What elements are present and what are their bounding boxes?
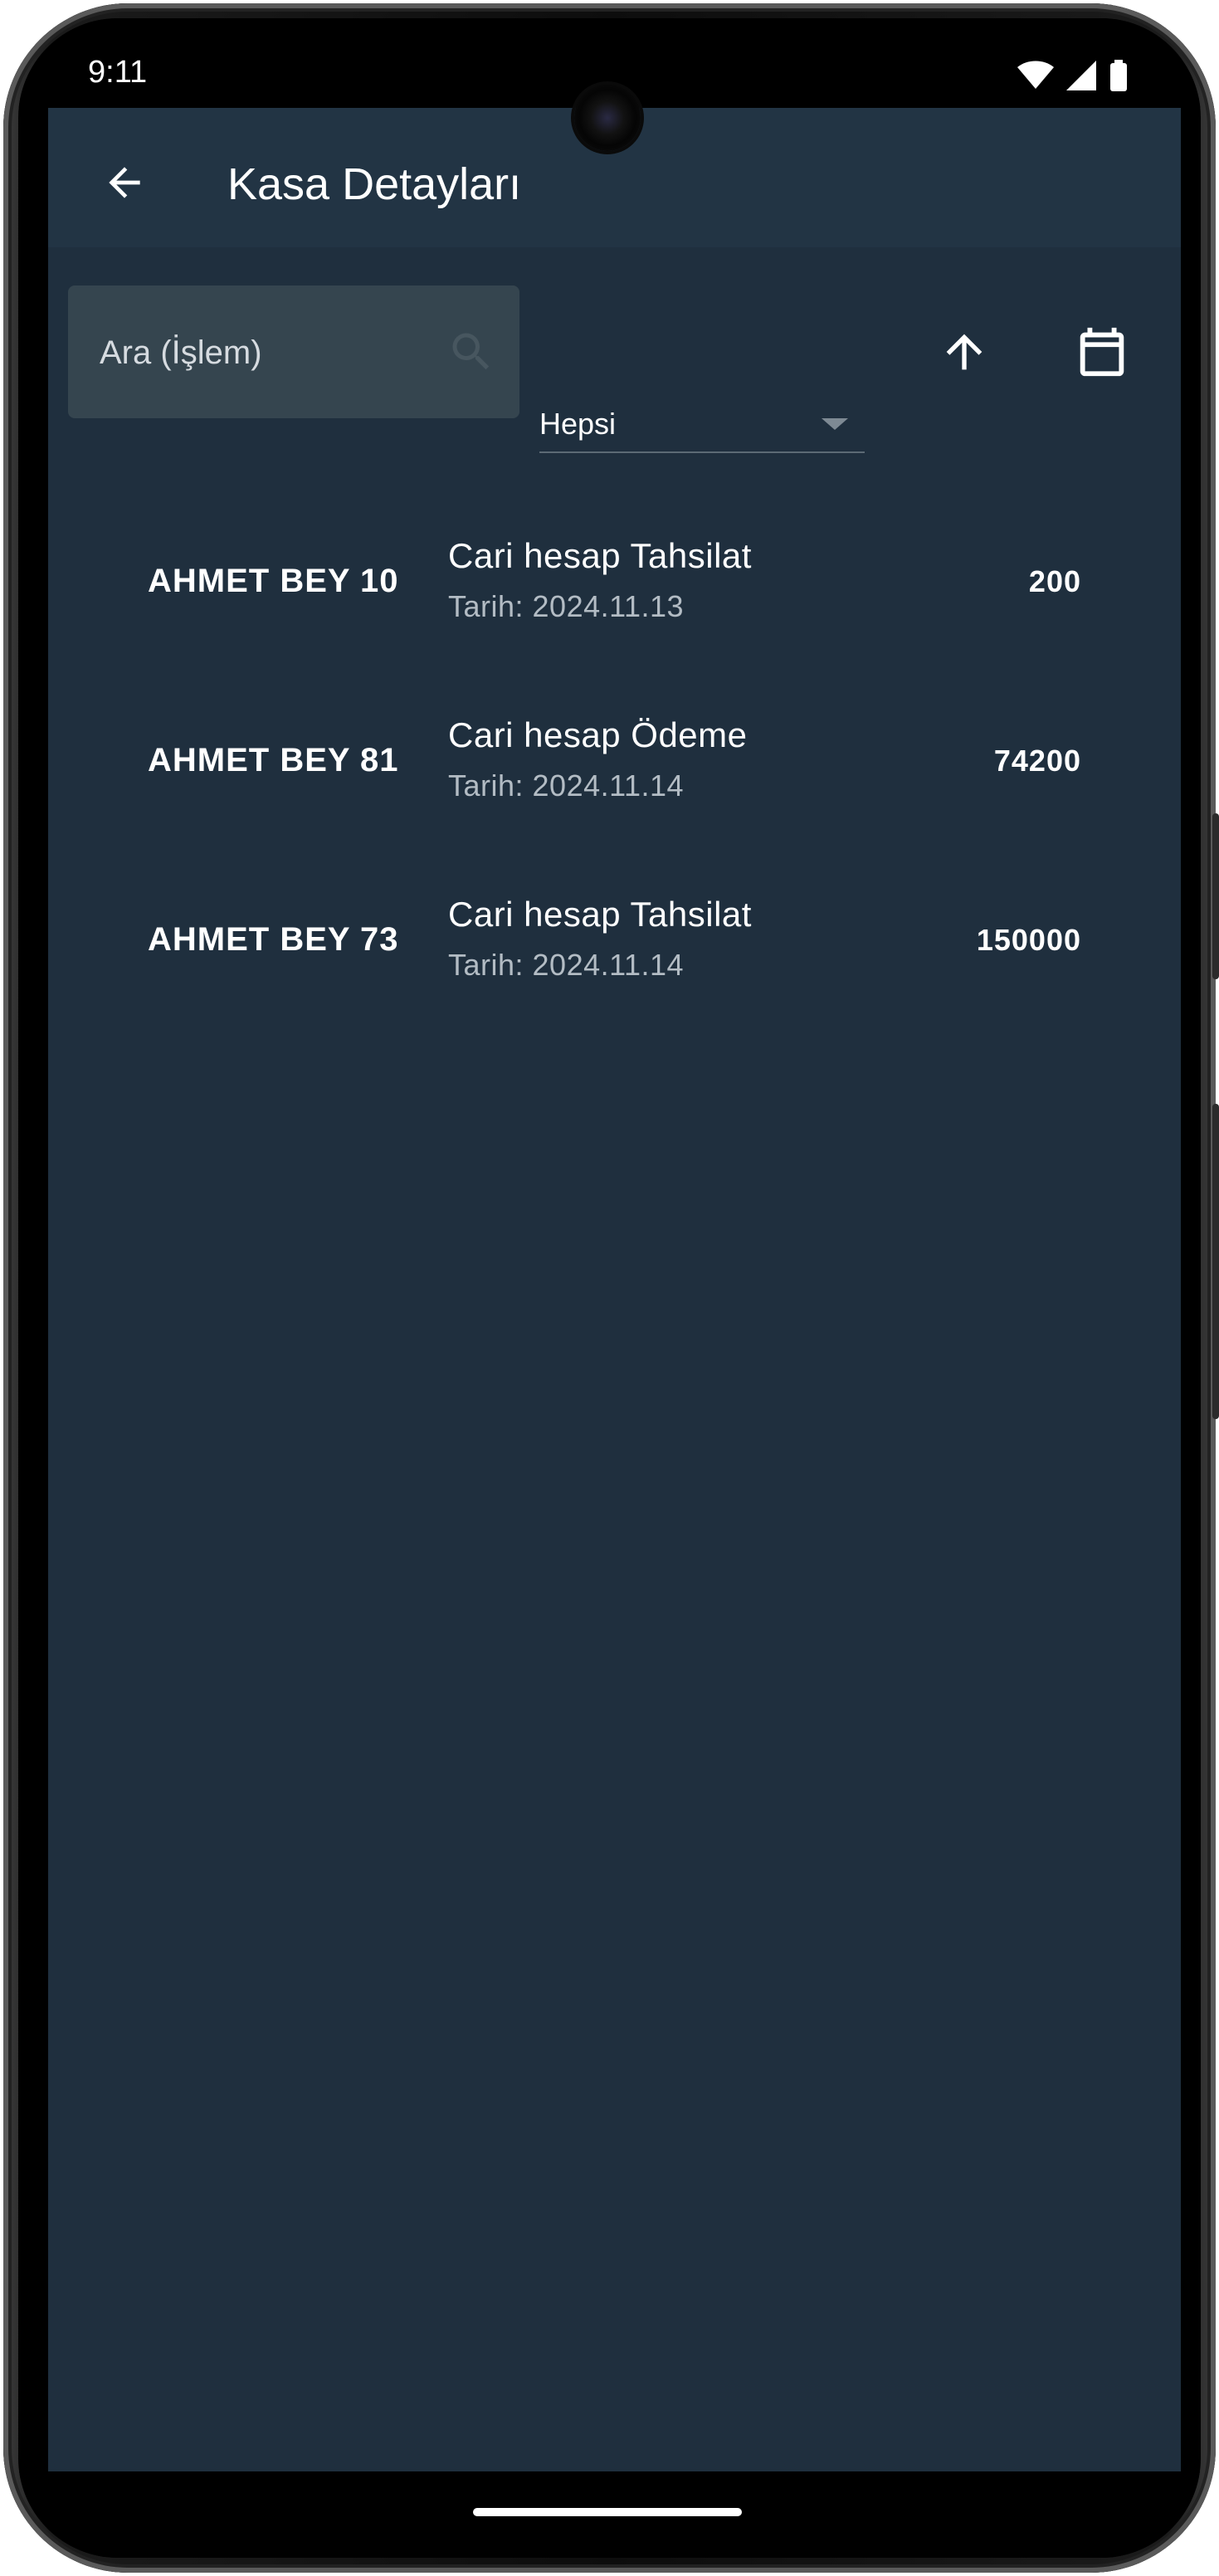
transaction-date: Tarih: 2024.11.13 bbox=[448, 589, 685, 623]
page-title: Kasa Detayları bbox=[227, 159, 522, 209]
transaction-list: AHMET BEY 10 Cari hesap Tahsilat Tarih: … bbox=[48, 498, 1181, 1036]
transaction-row[interactable]: AHMET BEY 73 Cari hesap Tahsilat Tarih: … bbox=[48, 856, 1181, 1036]
transaction-amount: 200 bbox=[1028, 564, 1081, 598]
battery-icon bbox=[1109, 60, 1128, 95]
filter-dropdown[interactable]: Hepsi bbox=[539, 390, 865, 453]
transaction-row[interactable]: AHMET BEY 10 Cari hesap Tahsilat Tarih: … bbox=[48, 498, 1181, 677]
status-icons bbox=[1017, 60, 1128, 95]
transaction-name: AHMET BEY 10 bbox=[148, 563, 399, 599]
calendar-icon bbox=[1073, 323, 1131, 385]
transaction-date: Tarih: 2024.11.14 bbox=[448, 768, 685, 803]
back-button[interactable] bbox=[98, 158, 151, 211]
status-time: 9:11 bbox=[88, 55, 148, 90]
arrow-up-icon bbox=[938, 325, 991, 383]
transaction-amount: 74200 bbox=[993, 744, 1081, 778]
transaction-date: Tarih: 2024.11.14 bbox=[448, 948, 685, 982]
transaction-name: AHMET BEY 73 bbox=[148, 921, 399, 958]
transaction-amount: 150000 bbox=[976, 923, 1081, 957]
transaction-type: Cari hesap Ödeme bbox=[448, 715, 748, 754]
calendar-button[interactable] bbox=[1065, 317, 1139, 390]
transaction-type: Cari hesap Tahsilat bbox=[448, 895, 752, 934]
sort-button[interactable] bbox=[928, 317, 1001, 390]
transaction-type: Cari hesap Tahsilat bbox=[448, 536, 752, 575]
filter-selected-value: Hepsi bbox=[539, 407, 617, 441]
transaction-name: AHMET BEY 81 bbox=[148, 742, 399, 778]
search-field[interactable] bbox=[68, 285, 519, 418]
arrow-back-icon bbox=[101, 159, 148, 210]
navigation-bar bbox=[18, 2471, 1201, 2558]
home-indicator[interactable] bbox=[473, 2508, 742, 2516]
app-content: Kasa Detayları Hepsi bbox=[48, 108, 1181, 2471]
screen: 9:11 Kasa Detayları Ara (İşlem) Hepsi AH… bbox=[18, 18, 1201, 2558]
transaction-row[interactable]: AHMET BEY 81 Cari hesap Ödeme Tarih: 202… bbox=[48, 677, 1181, 856]
search-input[interactable] bbox=[98, 319, 433, 387]
dropdown-arrow-icon bbox=[822, 418, 848, 430]
search-icon[interactable] bbox=[446, 327, 496, 377]
front-camera bbox=[574, 85, 641, 151]
power-button bbox=[1212, 813, 1219, 979]
signal-icon bbox=[1066, 61, 1098, 95]
wifi-icon bbox=[1017, 61, 1055, 95]
volume-button bbox=[1212, 1104, 1219, 1419]
